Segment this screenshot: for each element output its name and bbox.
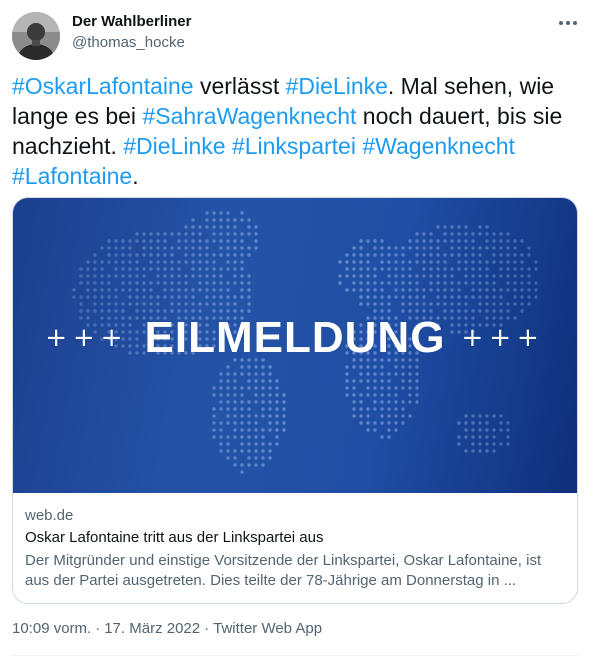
hashtag-link[interactable]: #Wagenknecht [362,133,515,159]
author-name[interactable]: Der Wahlberliner [72,13,191,30]
avatar-photo-icon [12,12,60,60]
link-preview-card[interactable]: +++ EILMELDUNG +++ web.de Oskar Lafontai… [12,197,578,604]
card-description: Der Mitgründer und einstige Vorsitzende … [25,552,542,589]
more-options-button[interactable] [552,10,584,36]
hashtag-link[interactable]: #DieLinke [286,73,388,99]
hashtag-link[interactable]: #Linkspartei [232,133,356,159]
card-title: Oskar Lafontaine tritt aus der Linkspart… [25,529,324,546]
tweet-time[interactable]: 10:09 vorm. [12,620,91,637]
plus-signs-right: +++ [461,323,545,353]
avatar[interactable] [12,12,60,60]
author-handle[interactable]: @thomas_hocke [72,34,185,51]
tweet-text-segment: verlässt [193,73,286,99]
card-image: +++ EILMELDUNG +++ [13,198,577,493]
hashtag-link[interactable]: #SahraWagenknecht [142,103,356,129]
tweet-text-segment: . [132,163,139,189]
ellipsis-icon [559,21,577,25]
image-headline-row: +++ EILMELDUNG +++ [13,308,577,368]
hashtag-link[interactable]: #DieLinke [123,133,225,159]
plus-signs-left: +++ [45,323,129,353]
hashtag-link[interactable]: #OskarLafontaine [12,73,194,99]
tweet-source[interactable]: Twitter Web App [213,620,322,637]
tweet-date[interactable]: 17. März 2022 [104,620,200,637]
card-domain: web.de [25,507,74,524]
tweet-text: #OskarLafontaine verlässt #DieLinke. Mal… [12,71,574,191]
hashtag-link[interactable]: #Lafontaine [12,163,132,189]
divider [12,655,579,656]
tweet-meta: 10:09 vorm. · 17. März 2022 · Twitter Web Ap… [12,620,323,637]
image-headline: EILMELDUNG [144,313,446,362]
